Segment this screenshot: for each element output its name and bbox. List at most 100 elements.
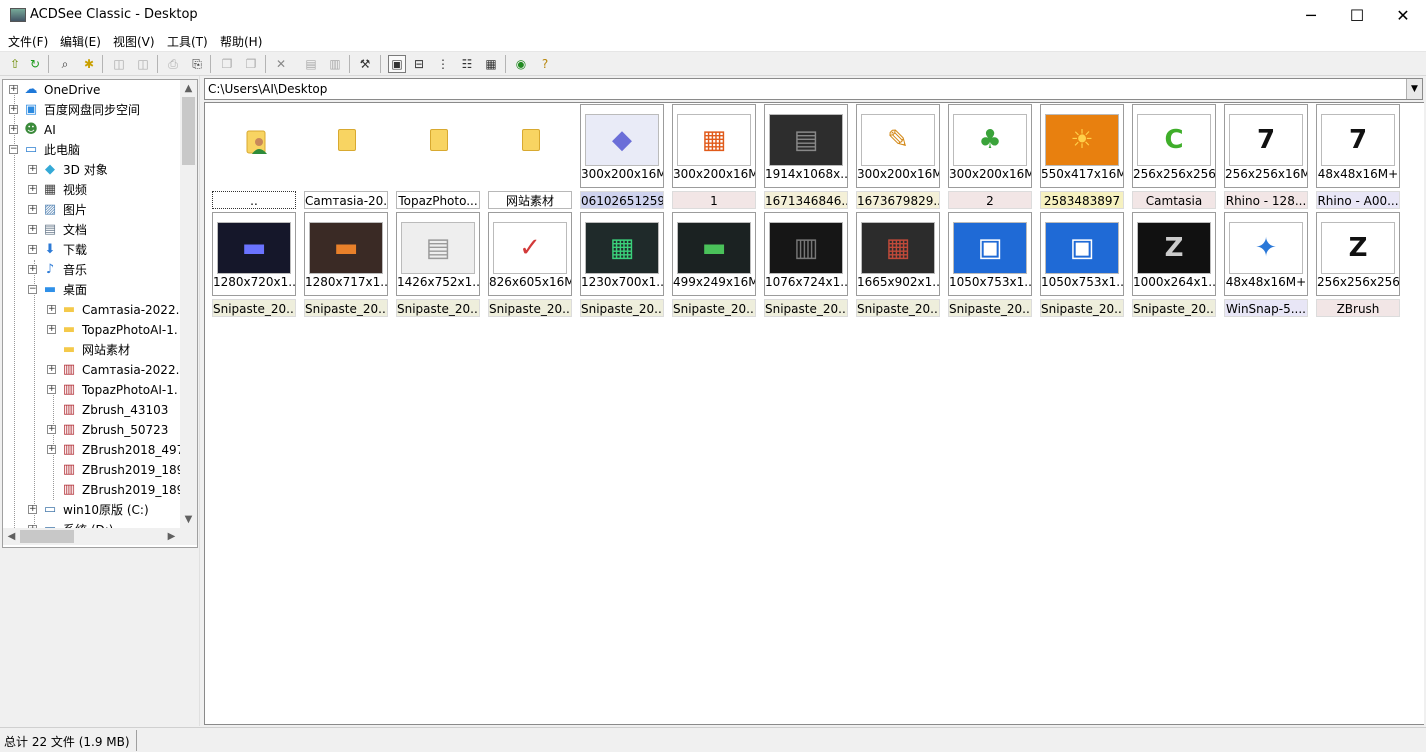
thumbnail-item[interactable]: C 256x256x256 Camtasia bbox=[1132, 104, 1216, 210]
thumbnail-frame[interactable]: ▤ 1426x752x1... bbox=[396, 212, 480, 296]
chevron-down-icon[interactable]: ▼ bbox=[1406, 79, 1422, 99]
thumbnail-frame[interactable]: 7 48x48x16M+ bbox=[1316, 104, 1400, 188]
tree-item[interactable]: +▭系统 (D:) bbox=[3, 520, 180, 528]
thumbnail-frame[interactable]: ◆ 300x200x16M bbox=[580, 104, 664, 188]
tools-icon[interactable]: ⚒ bbox=[356, 55, 374, 73]
thumbnail-item[interactable]: ☀ 550x417x16M 2583483897 bbox=[1040, 104, 1124, 210]
thumbnail-item[interactable]: ▦ 1665x902x1... Snipaste_20... bbox=[856, 212, 940, 318]
tree-item[interactable]: + ☻ AI bbox=[3, 120, 180, 140]
up-folder-icon[interactable]: ⇧ bbox=[6, 55, 24, 73]
scroll-right-icon[interactable]: ▶ bbox=[163, 528, 180, 545]
scroll-down-icon[interactable]: ▼ bbox=[180, 511, 197, 528]
tree-item[interactable]: + ☁ OneDrive bbox=[3, 80, 180, 100]
tree-item[interactable]: + ⬇ 下载 bbox=[3, 240, 180, 260]
thumbnail-frame[interactable]: ▦ 300x200x16M bbox=[672, 104, 756, 188]
thumbnail-item[interactable]: ▤ 1914x1068x... 1671346846... bbox=[764, 104, 848, 210]
tree-horizontal-scroll-thumb[interactable] bbox=[20, 530, 74, 543]
tree-item[interactable]: + ▭ win10原版 (C:) bbox=[3, 500, 180, 520]
maximize-button[interactable]: ☐ bbox=[1334, 0, 1380, 31]
thumbnail-item[interactable]: Z 256x256x256 ZBrush bbox=[1316, 212, 1400, 318]
prev-icon[interactable]: ◫ bbox=[110, 55, 128, 73]
menu-view[interactable]: 视图(V) bbox=[113, 33, 155, 50]
rename-icon[interactable]: ▤ bbox=[302, 55, 320, 73]
thumbnail-frame[interactable]: ✎ 300x200x16M bbox=[856, 104, 940, 188]
view-list-icon[interactable]: ☷ bbox=[458, 55, 476, 73]
collapse-icon[interactable]: − bbox=[9, 145, 18, 154]
tree-item[interactable]: + ▨ 图片 bbox=[3, 200, 180, 220]
expand-icon[interactable]: + bbox=[47, 305, 56, 314]
expand-icon[interactable]: + bbox=[28, 245, 37, 254]
path-bar[interactable]: C:\Users\AI\Desktop ▼ bbox=[204, 78, 1423, 100]
thumbnail-frame[interactable]: ▬ 1280x720x1... bbox=[212, 212, 296, 296]
thumbnail-item[interactable]: 7 48x48x16M+ Rhino - A00... bbox=[1316, 104, 1400, 210]
thumbnail-frame[interactable]: 7 256x256x16M bbox=[1224, 104, 1308, 188]
thumbnail-frame[interactable]: ▣ 1050x753x1... bbox=[1040, 212, 1124, 296]
thumbnail-item[interactable]: ▤ 1426x752x1... Snipaste_20... bbox=[396, 212, 480, 318]
view-thumbnails-icon[interactable]: ▣ bbox=[388, 55, 406, 73]
thumbnail-frame[interactable] bbox=[488, 104, 572, 188]
paste-icon[interactable]: ❐ bbox=[242, 55, 260, 73]
tree-item[interactable]: + ◆ 3D 对象 bbox=[3, 160, 180, 180]
preview-icon[interactable]: ◉ bbox=[512, 55, 530, 73]
thumbnail-frame[interactable]: ▣ 1050x753x1... bbox=[948, 212, 1032, 296]
thumbnail-item[interactable]: .. bbox=[212, 104, 296, 210]
expand-icon[interactable]: + bbox=[28, 185, 37, 194]
thumbnail-item[interactable]: ▬ 1280x717x1... Snipaste_20... bbox=[304, 212, 388, 318]
menu-help[interactable]: 帮助(H) bbox=[220, 33, 262, 50]
thumbnail-item[interactable]: ▥ 1076x724x1... Snipaste_20... bbox=[764, 212, 848, 318]
copy-icon[interactable]: ❐ bbox=[218, 55, 236, 73]
thumbnail-frame[interactable]: ▦ 1230x700x1... bbox=[580, 212, 664, 296]
thumbnail-item[interactable]: ▦ 1230x700x1... Snipaste_20... bbox=[580, 212, 664, 318]
thumbnail-frame[interactable]: ▤ 1914x1068x... bbox=[764, 104, 848, 188]
scroll-up-icon[interactable]: ▲ bbox=[180, 80, 197, 97]
thumbnail-item[interactable]: ▦ 300x200x16M 1 bbox=[672, 104, 756, 210]
thumbnail-frame[interactable]: ▥ 1076x724x1... bbox=[764, 212, 848, 296]
properties-icon[interactable]: ▥ bbox=[326, 55, 344, 73]
menu-edit[interactable]: 编辑(E) bbox=[60, 33, 101, 50]
menu-file[interactable]: 文件(F) bbox=[8, 33, 48, 50]
help-icon[interactable]: ? bbox=[536, 55, 554, 73]
thumbnail-item[interactable]: ✦ 48x48x16M+ WinSnap-5.... bbox=[1224, 212, 1308, 318]
tree-item[interactable]: + ▥ Zbrush_50723 bbox=[3, 420, 180, 440]
thumbnail-item[interactable]: ▣ 1050x753x1... Snipaste_20... bbox=[1040, 212, 1124, 318]
find-icon[interactable]: ⌕ bbox=[56, 55, 74, 73]
print-icon[interactable]: ⎙ bbox=[164, 55, 182, 73]
thumbnail-frame[interactable]: ✓ 826x605x16M bbox=[488, 212, 572, 296]
view-large-icons-icon[interactable]: ⊟ bbox=[410, 55, 428, 73]
tree-item[interactable]: + ▤ 文档 bbox=[3, 220, 180, 240]
next-icon[interactable]: ◫ bbox=[134, 55, 152, 73]
view-small-icons-icon[interactable]: ⋮ bbox=[434, 55, 452, 73]
tree-vertical-scrollbar[interactable]: ▲ ▼ bbox=[180, 80, 197, 528]
close-button[interactable]: ✕ bbox=[1380, 0, 1426, 31]
expand-icon[interactable]: + bbox=[47, 325, 56, 334]
tree-item[interactable]: + ▥ ZBrush2018_4978 bbox=[3, 440, 180, 460]
tree-vertical-scroll-thumb[interactable] bbox=[182, 97, 195, 165]
tree-item[interactable]: + ▦ 视频 bbox=[3, 180, 180, 200]
thumbnail-item[interactable]: Z 1000x264x1... Snipaste_20... bbox=[1132, 212, 1216, 318]
expand-icon[interactable]: + bbox=[47, 445, 56, 454]
expand-icon[interactable]: + bbox=[28, 265, 37, 274]
thumbnail-item[interactable]: ◆ 300x200x16M 06102651259 bbox=[580, 104, 664, 210]
view-details-icon[interactable]: ▦ bbox=[482, 55, 500, 73]
tree-item[interactable]: + ♪ 音乐 bbox=[3, 260, 180, 280]
thumbnail-item[interactable]: Camтasia-20... bbox=[304, 104, 388, 210]
thumbnail-frame[interactable]: ☀ 550x417x16M bbox=[1040, 104, 1124, 188]
thumbnail-frame[interactable]: C 256x256x256 bbox=[1132, 104, 1216, 188]
minimize-button[interactable]: ─ bbox=[1288, 0, 1334, 31]
thumbnail-item[interactable]: ▬ 1280x720x1... Snipaste_20... bbox=[212, 212, 296, 318]
thumbnail-item[interactable]: TopazPhoto... bbox=[396, 104, 480, 210]
thumbnail-item[interactable]: 网站素材 bbox=[488, 104, 572, 210]
tree-item[interactable]: ▥ ZBrush2019_1898 bbox=[3, 480, 180, 500]
thumbnail-frame[interactable]: ♣ 300x200x16M bbox=[948, 104, 1032, 188]
expand-icon[interactable]: + bbox=[28, 225, 37, 234]
thumbnail-item[interactable]: ▣ 1050x753x1... Snipaste_20... bbox=[948, 212, 1032, 318]
thumbnail-frame[interactable]: ✦ 48x48x16M+ bbox=[1224, 212, 1308, 296]
collapse-icon[interactable]: − bbox=[28, 285, 37, 294]
thumbnail-frame[interactable]: Z 1000x264x1... bbox=[1132, 212, 1216, 296]
thumbnail-frame[interactable]: ▦ 1665x902x1... bbox=[856, 212, 940, 296]
expand-icon[interactable]: + bbox=[28, 165, 37, 174]
tree-item[interactable]: ▬ 网站素材 bbox=[3, 340, 180, 360]
expand-icon[interactable]: + bbox=[28, 505, 37, 514]
scroll-left-icon[interactable]: ◀ bbox=[3, 528, 20, 545]
tree-horizontal-scrollbar[interactable]: ◀ ▶ bbox=[3, 528, 180, 545]
